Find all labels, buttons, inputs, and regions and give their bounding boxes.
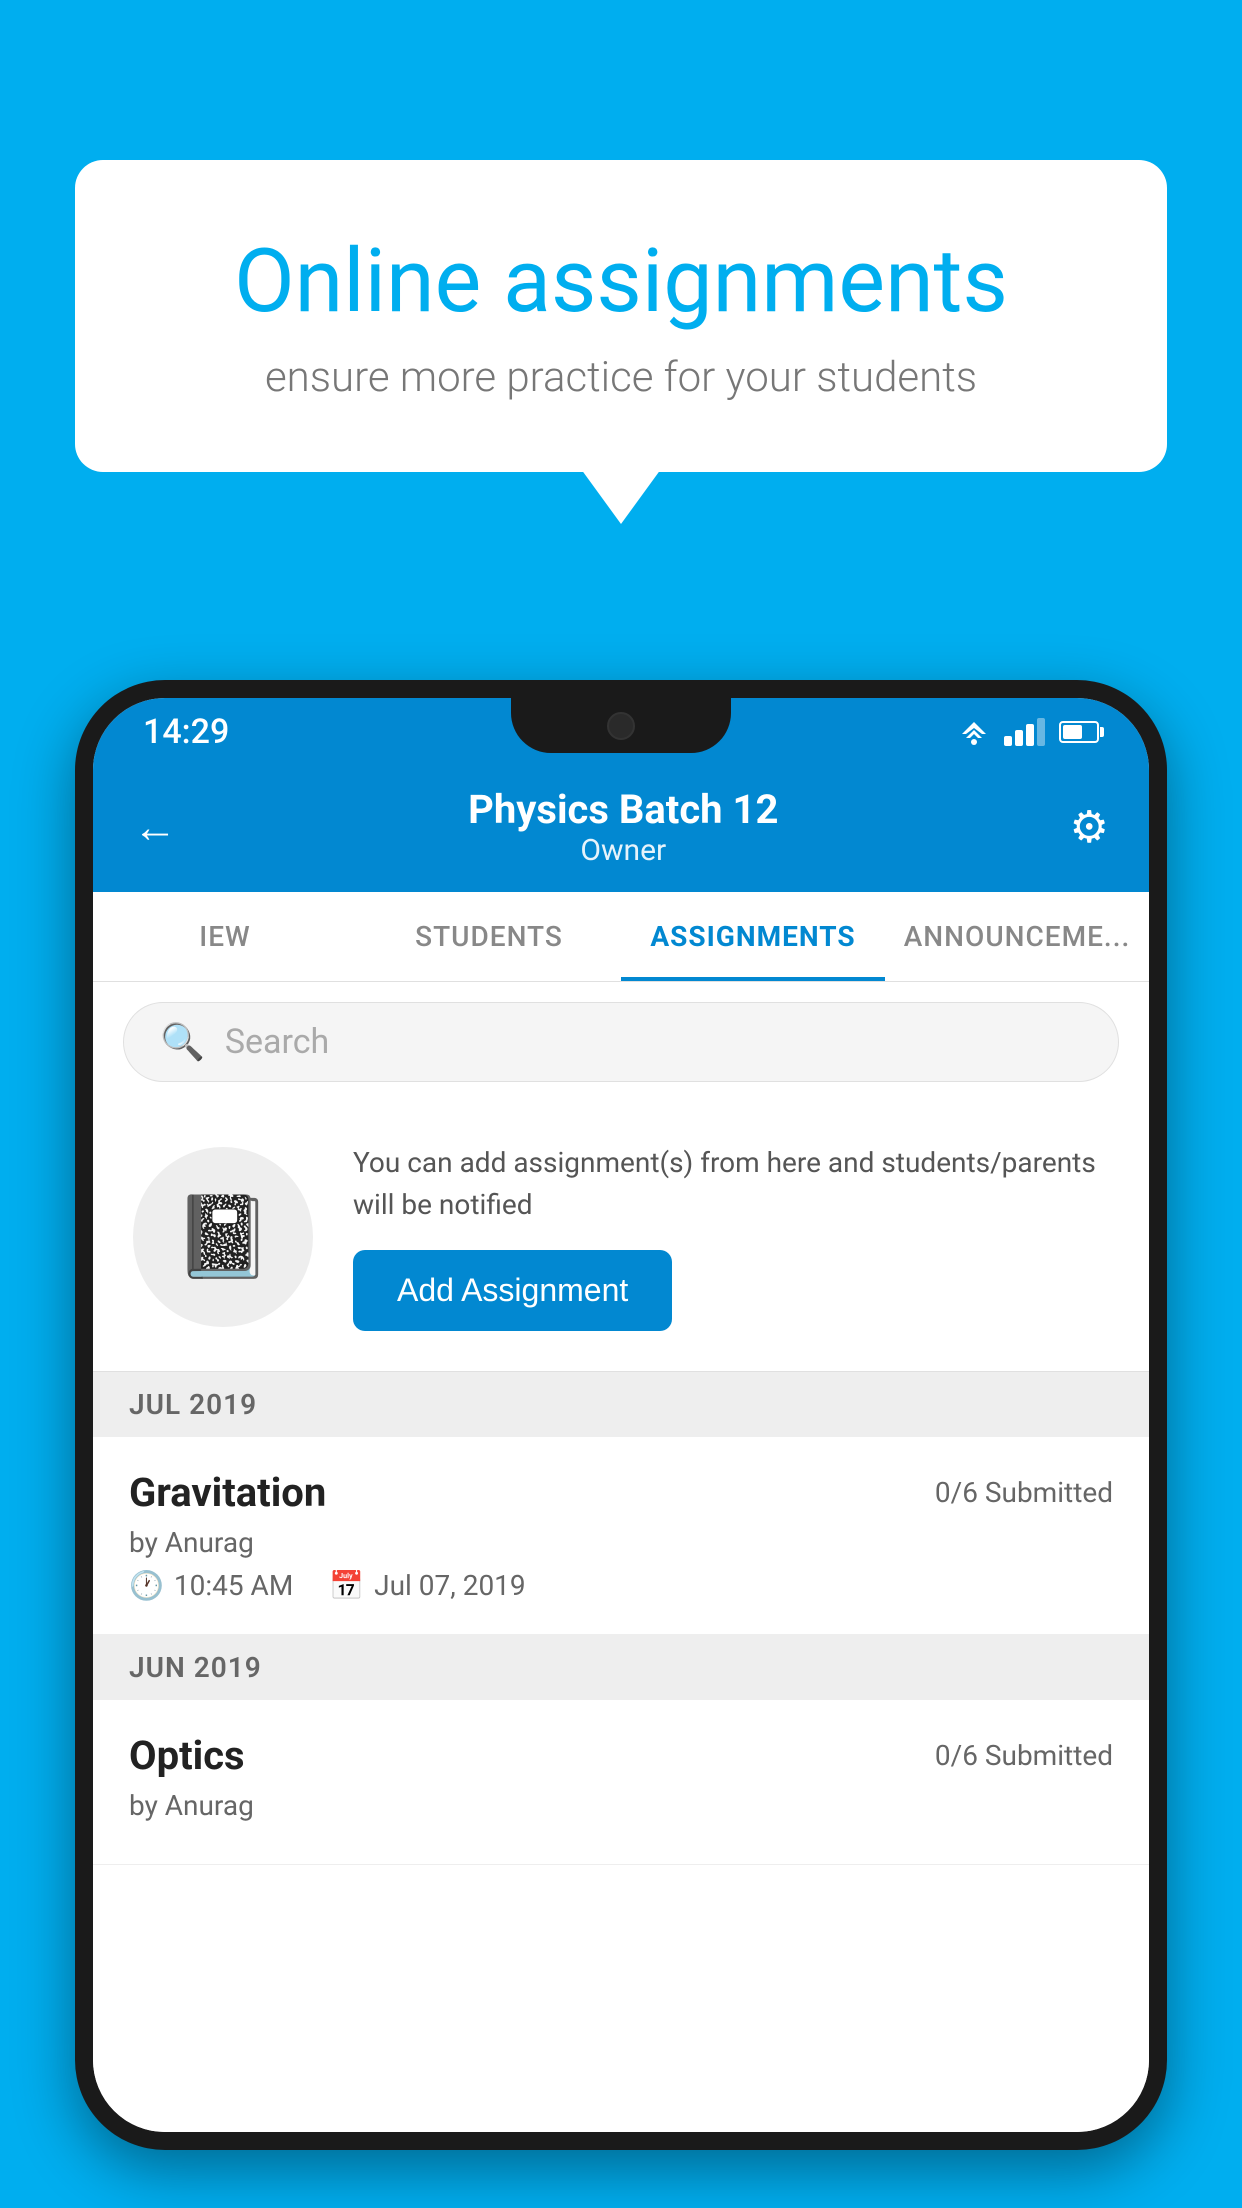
search-container: 🔍 Search <box>93 982 1149 1102</box>
phone-notch <box>511 698 731 753</box>
search-icon: 🔍 <box>160 1021 205 1063</box>
header-title-group: Physics Batch 12 Owner <box>468 786 778 868</box>
assignment-title-optics: Optics <box>129 1732 245 1779</box>
promo-description: You can add assignment(s) from here and … <box>353 1142 1109 1226</box>
signal-icon <box>1004 718 1045 746</box>
battery-icon <box>1059 721 1099 743</box>
tab-students[interactable]: STUDENTS <box>357 892 621 981</box>
settings-icon[interactable]: ⚙ <box>1070 801 1109 853</box>
assignment-time-gravitation: 10:45 AM <box>174 1569 293 1602</box>
assignment-author-gravitation: by Anurag <box>129 1526 1113 1559</box>
tab-announcements[interactable]: ANNOUNCEME... <box>885 892 1149 981</box>
meta-time-gravitation: 🕐 10:45 AM <box>129 1569 293 1602</box>
promo-subtitle: ensure more practice for your students <box>155 353 1087 402</box>
status-time: 14:29 <box>143 712 229 752</box>
phone-camera <box>607 712 635 740</box>
phone-outer: 14:29 <box>75 680 1167 2150</box>
promo-text-group: You can add assignment(s) from here and … <box>353 1142 1109 1331</box>
section-header-jun: JUN 2019 <box>93 1635 1149 1700</box>
back-button[interactable]: ← <box>133 801 177 853</box>
phone-mockup: 14:29 <box>75 680 1167 2208</box>
assignment-item-gravitation[interactable]: Gravitation 0/6 Submitted by Anurag 🕐 10… <box>93 1437 1149 1635</box>
assignment-submitted-gravitation: 0/6 Submitted <box>935 1476 1113 1509</box>
meta-date-gravitation: 📅 Jul 07, 2019 <box>329 1569 525 1602</box>
assignment-row1-optics: Optics 0/6 Submitted <box>129 1732 1113 1779</box>
assignment-submitted-optics: 0/6 Submitted <box>935 1739 1113 1772</box>
notebook-icon: 📓 <box>173 1190 273 1284</box>
header-subtitle: Owner <box>468 833 778 868</box>
search-bar[interactable]: 🔍 Search <box>123 1002 1119 1082</box>
promo-icon-circle: 📓 <box>133 1147 313 1327</box>
phone-screen: 14:29 <box>93 698 1149 2132</box>
tabs-bar: IEW STUDENTS ASSIGNMENTS ANNOUNCEME... <box>93 892 1149 982</box>
add-assignment-promo: 📓 You can add assignment(s) from here an… <box>93 1102 1149 1372</box>
tab-iew[interactable]: IEW <box>93 892 357 981</box>
header-title: Physics Batch 12 <box>468 786 778 833</box>
speech-bubble: Online assignments ensure more practice … <box>75 160 1167 472</box>
status-icons <box>958 718 1099 746</box>
promo-title: Online assignments <box>155 230 1087 333</box>
content-area: JUL 2019 Gravitation 0/6 Submitted by An… <box>93 1372 1149 2132</box>
calendar-icon: 📅 <box>329 1569 364 1602</box>
assignment-item-optics[interactable]: Optics 0/6 Submitted by Anurag <box>93 1700 1149 1865</box>
tab-assignments[interactable]: ASSIGNMENTS <box>621 892 885 981</box>
assignment-title-gravitation: Gravitation <box>129 1469 326 1516</box>
promo-section: Online assignments ensure more practice … <box>75 160 1167 472</box>
search-placeholder: Search <box>225 1022 329 1062</box>
assignment-author-optics: by Anurag <box>129 1789 1113 1822</box>
section-header-jul: JUL 2019 <box>93 1372 1149 1437</box>
assignment-date-gravitation: Jul 07, 2019 <box>374 1569 526 1602</box>
app-header: ← Physics Batch 12 Owner ⚙ <box>93 766 1149 892</box>
add-assignment-button[interactable]: Add Assignment <box>353 1250 672 1331</box>
clock-icon: 🕐 <box>129 1569 164 1602</box>
assignment-meta-gravitation: 🕐 10:45 AM 📅 Jul 07, 2019 <box>129 1569 1113 1602</box>
assignment-row1: Gravitation 0/6 Submitted <box>129 1469 1113 1516</box>
wifi-icon <box>958 718 990 746</box>
